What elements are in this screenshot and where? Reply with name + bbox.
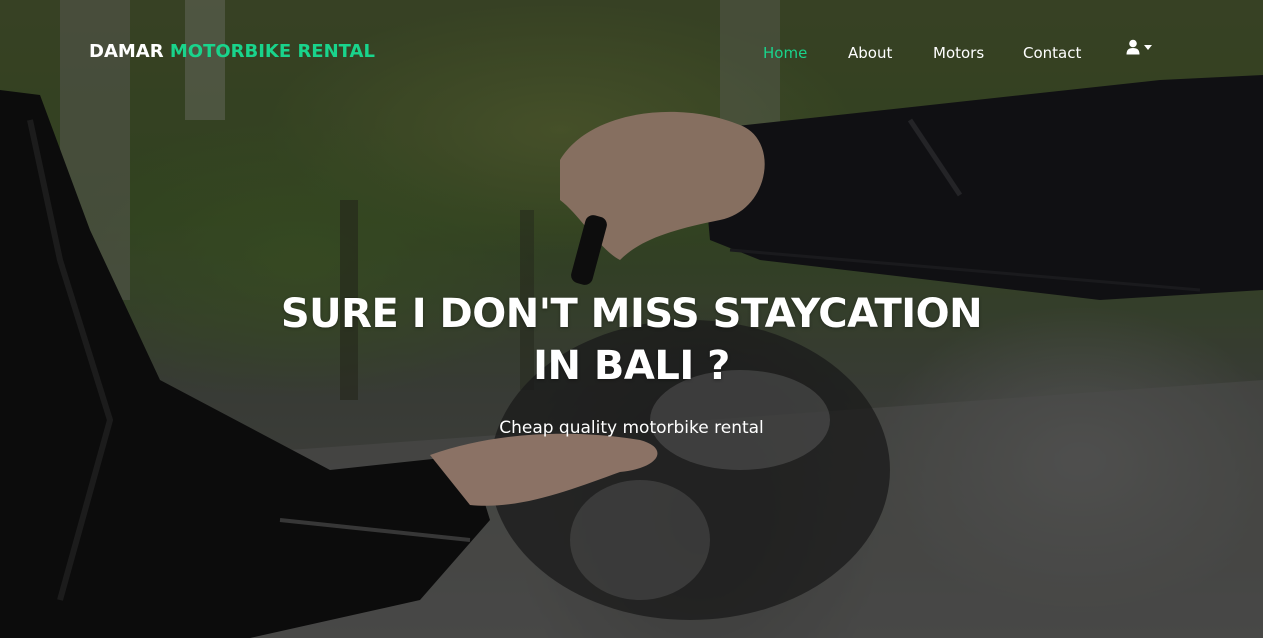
user-icon [1126, 39, 1140, 55]
brand-logo[interactable]: DAMAR MOTORBIKE RENTAL [89, 41, 375, 62]
hero-section: DAMAR MOTORBIKE RENTAL Home About Motors… [0, 0, 1263, 638]
nav-link-contact[interactable]: Contact [1023, 44, 1081, 62]
caret-down-icon [1144, 44, 1152, 50]
nav-link-about[interactable]: About [848, 44, 892, 62]
nav-link-home[interactable]: Home [763, 44, 807, 62]
hero-title: SURE I DON'T MISS STAYCATION IN BALI ? [280, 291, 983, 389]
hero-subtitle: Cheap quality motorbike rental [499, 418, 764, 438]
top-navbar: DAMAR MOTORBIKE RENTAL Home About Motors… [0, 0, 1263, 105]
hero-content: SURE I DON'T MISS STAYCATION IN BALI ? C… [0, 288, 1263, 438]
brand-name-primary: DAMAR [89, 41, 164, 62]
user-menu-dropdown[interactable] [1126, 38, 1156, 56]
nav-link-motors[interactable]: Motors [933, 44, 984, 62]
brand-name-accent: MOTORBIKE RENTAL [169, 41, 375, 62]
